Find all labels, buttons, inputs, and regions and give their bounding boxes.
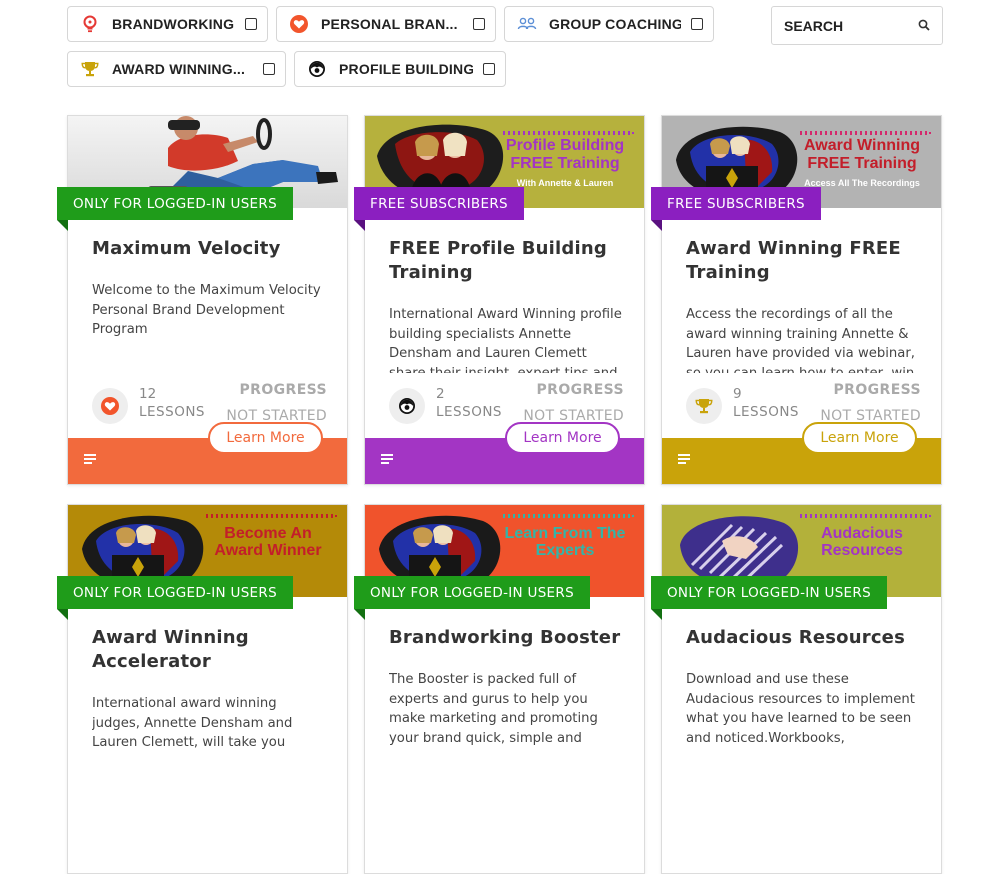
- learn-more-button[interactable]: Learn More: [802, 422, 917, 454]
- filter-label: GROUP COACHING: [549, 16, 681, 32]
- course-title[interactable]: Audacious Resources: [686, 626, 921, 650]
- progress-label: PROGRESS: [239, 382, 327, 398]
- course-title[interactable]: Maximum Velocity: [92, 237, 327, 261]
- card-footer: Learn More: [365, 422, 644, 484]
- filter-label: PERSONAL BRAN...: [321, 16, 458, 32]
- tag-fold: [651, 609, 662, 620]
- course-card-brandworking-booster[interactable]: Learn From The Experts ONLY FOR LOGGED-I…: [354, 504, 645, 874]
- access-tag: ONLY FOR LOGGED-IN USERS: [57, 576, 293, 609]
- banner-line-1: Learn From The: [505, 525, 626, 542]
- banner-line-3: Access All The Recordings: [804, 178, 920, 188]
- banner-line-1: Audacious: [821, 525, 903, 542]
- search-input[interactable]: SEARCH: [771, 6, 943, 45]
- banner-line-2: Experts: [536, 542, 595, 559]
- access-tag: FREE SUBSCRIBERS: [651, 187, 821, 220]
- group-icon: [517, 14, 537, 34]
- course-title[interactable]: FREE Profile Building Training: [389, 237, 624, 285]
- lessons-count: 12: [139, 386, 157, 402]
- filter-group-coaching[interactable]: GROUP COACHING: [504, 6, 714, 42]
- banner-line-2: Award Winner: [214, 542, 321, 559]
- filter-award-winning[interactable]: AWARD WINNING...: [67, 51, 286, 87]
- banner-line-2: Resources: [821, 542, 903, 559]
- banner-line-1: Become An: [224, 525, 311, 542]
- tag-fold: [354, 609, 365, 620]
- course-description: Access the recordings of all the award w…: [686, 307, 915, 373]
- course-description: International award winning judges, Anne…: [92, 696, 293, 750]
- card-footer: Learn More: [662, 422, 941, 484]
- tag-fold: [354, 220, 365, 231]
- lessons-label: LESSONS: [733, 404, 799, 420]
- course-title[interactable]: Award Winning Accelerator: [92, 626, 327, 674]
- access-tag: ONLY FOR LOGGED-IN USERS: [651, 576, 887, 609]
- banner-line-3: With Annette & Lauren: [517, 178, 614, 188]
- access-tag: ONLY FOR LOGGED-IN USERS: [354, 576, 590, 609]
- profile-icon: [389, 388, 425, 424]
- banner-line-1: Award Winning: [804, 137, 920, 154]
- trophy-icon: [686, 388, 722, 424]
- learn-more-button[interactable]: Learn More: [505, 422, 620, 454]
- filter-checkbox[interactable]: [245, 18, 257, 30]
- learn-more-button[interactable]: Learn More: [208, 422, 323, 454]
- progress-label: PROGRESS: [536, 382, 624, 398]
- lightbulb-icon: [80, 14, 100, 34]
- course-card-audacious-resources[interactable]: Audacious Resources ONLY FOR LOGGED-IN U…: [651, 504, 942, 874]
- course-title[interactable]: Brandworking Booster: [389, 626, 624, 650]
- filter-profile-building[interactable]: PROFILE BUILDING: [294, 51, 506, 87]
- banner-line-2: FREE Training: [807, 155, 916, 172]
- access-tag: ONLY FOR LOGGED-IN USERS: [57, 187, 293, 220]
- course-card-award-winning-free-training[interactable]: Award Winning FREE Training Access All T…: [651, 115, 942, 485]
- course-description: International Award Winning profile buil…: [389, 307, 622, 373]
- menu-icon: [84, 454, 96, 466]
- progress-label: PROGRESS: [833, 382, 921, 398]
- card-footer: Learn More: [68, 422, 347, 484]
- course-description: Download and use these Audacious resourc…: [686, 672, 915, 746]
- banner-line-2: FREE Training: [510, 155, 619, 172]
- filter-brandworking[interactable]: BRANDWORKING: [67, 6, 268, 42]
- access-tag: FREE SUBSCRIBERS: [354, 187, 524, 220]
- filter-label: PROFILE BUILDING: [339, 61, 473, 77]
- lessons-count: 2: [436, 386, 445, 402]
- menu-icon: [678, 454, 690, 466]
- filter-checkbox[interactable]: [483, 63, 495, 75]
- banner-line-1: Profile Building: [506, 137, 624, 154]
- filter-label: AWARD WINNING...: [112, 61, 246, 77]
- course-card-free-profile-building[interactable]: Profile Building FREE Training With Anne…: [354, 115, 645, 485]
- lessons-label: LESSONS: [139, 404, 205, 420]
- trophy-icon: [80, 59, 100, 79]
- tag-fold: [57, 609, 68, 620]
- tag-fold: [651, 220, 662, 231]
- lessons-label: LESSONS: [436, 404, 502, 420]
- search-label: SEARCH: [784, 17, 844, 34]
- heart-icon: [92, 388, 128, 424]
- course-description: The Booster is packed full of experts an…: [389, 672, 598, 746]
- filter-label: BRANDWORKING: [112, 16, 235, 32]
- course-title[interactable]: Award Winning FREE Training: [686, 237, 921, 285]
- filter-checkbox[interactable]: [473, 18, 485, 30]
- profile-icon: [307, 59, 327, 79]
- filter-personal-brand[interactable]: PERSONAL BRAN...: [276, 6, 496, 42]
- heart-icon: [289, 14, 309, 34]
- tag-fold: [57, 220, 68, 231]
- course-card-award-winning-accelerator[interactable]: Become An Award Winner ONLY FOR LOGGED-I…: [57, 504, 348, 874]
- filter-checkbox[interactable]: [263, 63, 275, 75]
- course-description: Welcome to the Maximum Velocity Personal…: [92, 283, 321, 337]
- course-card-maximum-velocity[interactable]: ONLY FOR LOGGED-IN USERS Maximum Velocit…: [57, 115, 348, 485]
- filter-checkbox[interactable]: [691, 18, 703, 30]
- menu-icon: [381, 454, 393, 466]
- lessons-count: 9: [733, 386, 742, 402]
- search-icon[interactable]: [918, 18, 930, 34]
